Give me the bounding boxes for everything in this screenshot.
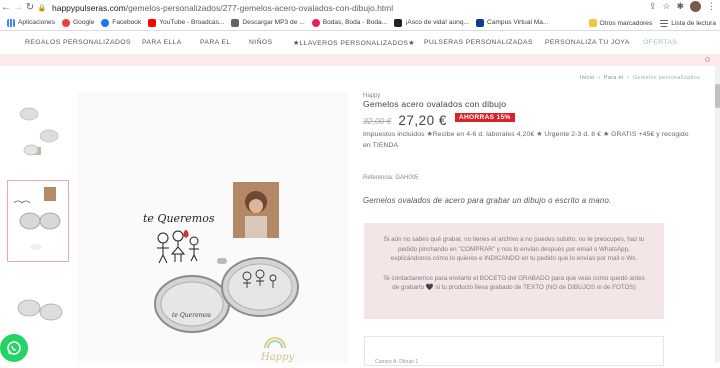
reading-list-icon [660,19,669,27]
info-paragraph-2: Te contactaremos para enviarte el BOCETO… [383,274,645,292]
lock-icon: 🔒 [37,4,47,12]
announcement-bar [0,54,720,66]
back-arrow-icon[interactable]: ← [0,2,12,13]
product-reference: Referencia: GAH005 [363,175,419,181]
bookmark-facebook[interactable]: Facebook [101,18,141,27]
cufflink-engraving: te Queremos [172,312,211,319]
nav-ofertas[interactable]: OFERTAS [643,39,677,46]
forward-arrow-icon[interactable]: → [12,2,24,13]
family-drawing [157,230,199,264]
info-paragraph-1: Si aún no sabes qué grabar, no tienes el… [383,236,645,263]
facebook-icon [101,18,110,27]
browser-url-bar: ← → ↻ 🔒 happypulseras.com/gemelos-person… [0,0,720,15]
menu-dots-icon[interactable]: ⋮ [707,1,716,12]
bookmark-youtube[interactable]: YouTube - Broadcas... [148,18,224,27]
nav-ninos[interactable]: NIÑOS [249,39,273,46]
bookmark-campus[interactable]: Campus Virtual Ma... [476,18,548,27]
whatsapp-button[interactable] [0,334,28,362]
page-scrollbar[interactable] [715,66,720,363]
breadcrumb-home[interactable]: Inicio [580,75,595,81]
customization-label: Campo A: Dibujo 1 [375,359,419,365]
apps-grid-icon [7,18,15,27]
youtube-icon [148,18,157,27]
bookmark-mp3[interactable]: Descargar MP3 de ... [231,18,305,27]
thumbnail-1-image [19,107,59,156]
bookmark-google[interactable]: Google [62,18,94,27]
current-price: 27,20 € [398,113,447,128]
address-field[interactable]: happypulseras.com/gemelos-personalizados… [52,3,393,13]
google-icon [62,18,71,27]
bookmark-apps[interactable]: Aplicaciones [7,18,55,27]
order-info-box: Si aún no sabes qué grabar, no tienes el… [364,223,664,319]
campus-icon [476,18,484,27]
nav-para-ella[interactable]: PARA ELLA [142,39,182,46]
breadcrumb-para-el[interactable]: Para él [604,75,624,81]
bookmark-star-icon[interactable]: ☆ [662,1,670,12]
shipping-tax-info: Impuestos incluidos ★Recibe en 4-6 d. la… [363,131,689,149]
handwriting-text: te Queremos [143,212,215,225]
thumbnail-2-image [13,187,61,250]
close-dot-icon[interactable] [705,57,710,62]
price-row: 32,00 € 27,20 € AHORRAS 15% [363,113,515,128]
breadcrumb: Inicio › Para él › Gemelos personalizado… [579,75,700,81]
happy-logo-text: Happy [260,352,294,363]
thumbnail-3-image [17,299,63,321]
folder-icon [588,19,597,27]
download-icon [231,18,240,27]
heart-icon [311,18,320,27]
bookmarks-bar: Aplicaciones Google Facebook YouTube - B… [0,15,720,31]
nav-regalos[interactable]: REGALOS PERSONALIZADOS [25,39,131,46]
whatsapp-icon [7,341,21,355]
old-price: 32,00 € [363,115,392,126]
extensions-icon[interactable]: ✱ [676,1,684,12]
thumbnail-2[interactable] [7,180,69,262]
product-title: Gemelos acero ovalados con dibujo [363,99,507,109]
reading-list[interactable]: Lista de lectura [660,19,716,27]
thumbnail-3[interactable] [7,282,69,332]
nav-pulseras[interactable]: PULSERAS PERSONALIZADAS [424,39,533,46]
bookmark-asco[interactable]: ¡Asco de vida! aunq... [394,18,469,27]
product-description: Gemelos ovalados de acero para grabar un… [363,196,612,205]
profile-avatar[interactable] [690,1,701,12]
site-nav: REGALOS PERSONALIZADOS PARA ELLA PARA EL… [0,32,720,54]
product-illustration: te Queremos te Queremos Happy [143,182,299,363]
nav-personaliza[interactable]: PERSONALIZA TU JOYA [545,39,630,46]
discount-badge: AHORRAS 15% [454,113,515,122]
nav-para-el[interactable]: PARA EL [200,39,231,46]
scrollbar-thumb[interactable] [715,84,720,108]
thumbnail-1[interactable] [7,92,69,170]
asco-site-icon [394,18,403,27]
bookmark-bodas[interactable]: Bodas, Boda - Boda... [311,18,387,27]
reload-icon[interactable]: ↻ [24,2,36,13]
nav-llaveros[interactable]: ★LLAVEROS PERSONALIZADOS★ [293,39,415,47]
product-main-image[interactable]: te Queremos te Queremos Happy [77,92,348,363]
share-icon[interactable]: ⇪ [649,1,657,12]
breadcrumb-current: Gemelos personalizados [632,75,700,81]
other-bookmarks[interactable]: Otros marcadores [588,19,652,27]
customization-field[interactable]: Campo A: Dibujo 1 [364,336,664,366]
